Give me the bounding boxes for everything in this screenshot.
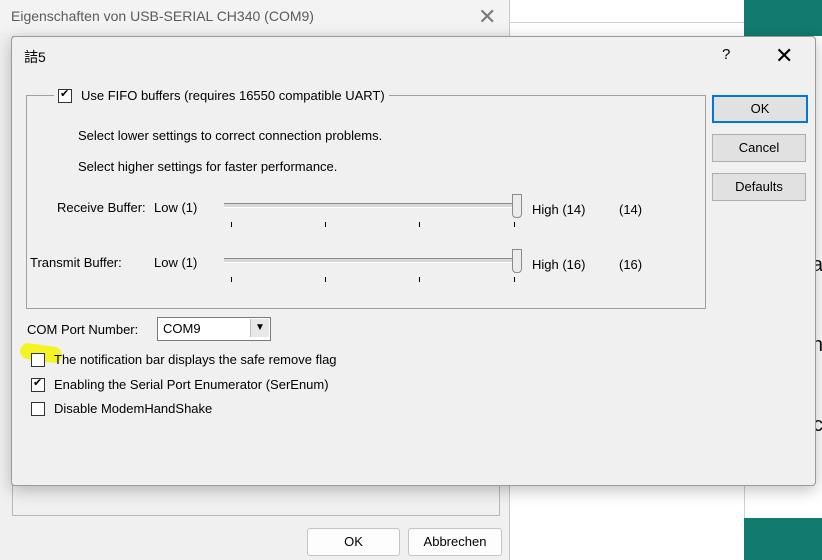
slider-tick xyxy=(231,277,232,282)
slider-tick xyxy=(514,277,515,282)
option-row-serenum[interactable]: Enabling the Serial Port Enumerator (Ser… xyxy=(31,376,329,392)
properties-window-title: Eigenschaften von USB-SERIAL CH340 (COM9… xyxy=(11,8,314,24)
com-port-select[interactable]: COM9 ▼ xyxy=(157,317,271,341)
slider-tick xyxy=(231,222,232,227)
serenum-label: Enabling the Serial Port Enumerator (Ser… xyxy=(54,377,329,392)
hint-lower-text: Select lower settings to correct connect… xyxy=(78,128,383,143)
defaults-button[interactable]: Defaults xyxy=(712,173,806,201)
receive-high-label: High (14) xyxy=(532,202,586,217)
fifo-checkbox[interactable] xyxy=(58,87,72,103)
safe-remove-label: The notification bar displays the safe r… xyxy=(54,352,337,367)
transmit-value: (16) xyxy=(619,257,643,272)
slider-track xyxy=(224,258,520,263)
slider-track xyxy=(224,203,520,208)
transmit-high-label: High (16) xyxy=(532,257,586,272)
slider-thumb[interactable] xyxy=(512,249,522,273)
properties-titlebar: Eigenschaften von USB-SERIAL CH340 (COM9… xyxy=(0,0,509,33)
help-button[interactable]: ? xyxy=(722,46,730,63)
modem-handshake-label: Disable ModemHandShake xyxy=(54,401,213,416)
advanced-settings-dialog: 詰5 ? ✕ Use FIFO buffers (requires 16550 … xyxy=(11,36,816,486)
transmit-buffer-slider[interactable] xyxy=(224,247,524,287)
transmit-buffer-label: Transmit Buffer: xyxy=(30,255,122,270)
slider-tick xyxy=(514,222,515,227)
slider-tick xyxy=(325,222,326,227)
close-icon[interactable]: ✕ xyxy=(775,43,793,69)
hint-higher-text: Select higher settings for faster perfor… xyxy=(78,159,338,174)
background-window-strip xyxy=(509,0,744,23)
com-port-label: COM Port Number: xyxy=(27,322,139,337)
close-icon[interactable]: ✕ xyxy=(478,4,496,30)
chevron-down-icon[interactable]: ▼ xyxy=(250,319,269,337)
fifo-label: Use FIFO buffers (requires 16550 compati… xyxy=(81,88,385,103)
dialog-title: 詰5 xyxy=(24,49,46,65)
ok-button[interactable]: OK xyxy=(712,95,808,123)
receive-buffer-slider[interactable] xyxy=(224,192,524,232)
slider-tick xyxy=(419,277,420,282)
parent-ok-button[interactable]: OK xyxy=(307,528,400,556)
background-header-bar xyxy=(744,0,822,36)
receive-value: (14) xyxy=(619,202,643,217)
safe-remove-checkbox[interactable] xyxy=(31,352,45,367)
cancel-button[interactable]: Cancel xyxy=(712,134,806,162)
slider-thumb[interactable] xyxy=(512,194,522,218)
receive-low-label: Low (1) xyxy=(154,200,198,215)
option-row-modem-handshake[interactable]: Disable ModemHandShake xyxy=(31,401,212,416)
modem-handshake-checkbox[interactable] xyxy=(31,401,45,416)
option-row-safe-remove[interactable]: The notification bar displays the safe r… xyxy=(31,352,337,367)
transmit-low-label: Low (1) xyxy=(154,255,198,270)
slider-tick xyxy=(325,277,326,282)
parent-cancel-button[interactable]: Abbrechen xyxy=(408,528,502,556)
fifo-checkbox-row[interactable]: Use FIFO buffers (requires 16550 compati… xyxy=(54,87,389,103)
com-port-value: COM9 xyxy=(163,321,201,336)
receive-buffer-label: Receive Buffer: xyxy=(57,200,146,215)
serenum-checkbox[interactable] xyxy=(31,376,45,392)
slider-tick xyxy=(419,222,420,227)
background-footer-bar xyxy=(744,518,822,560)
